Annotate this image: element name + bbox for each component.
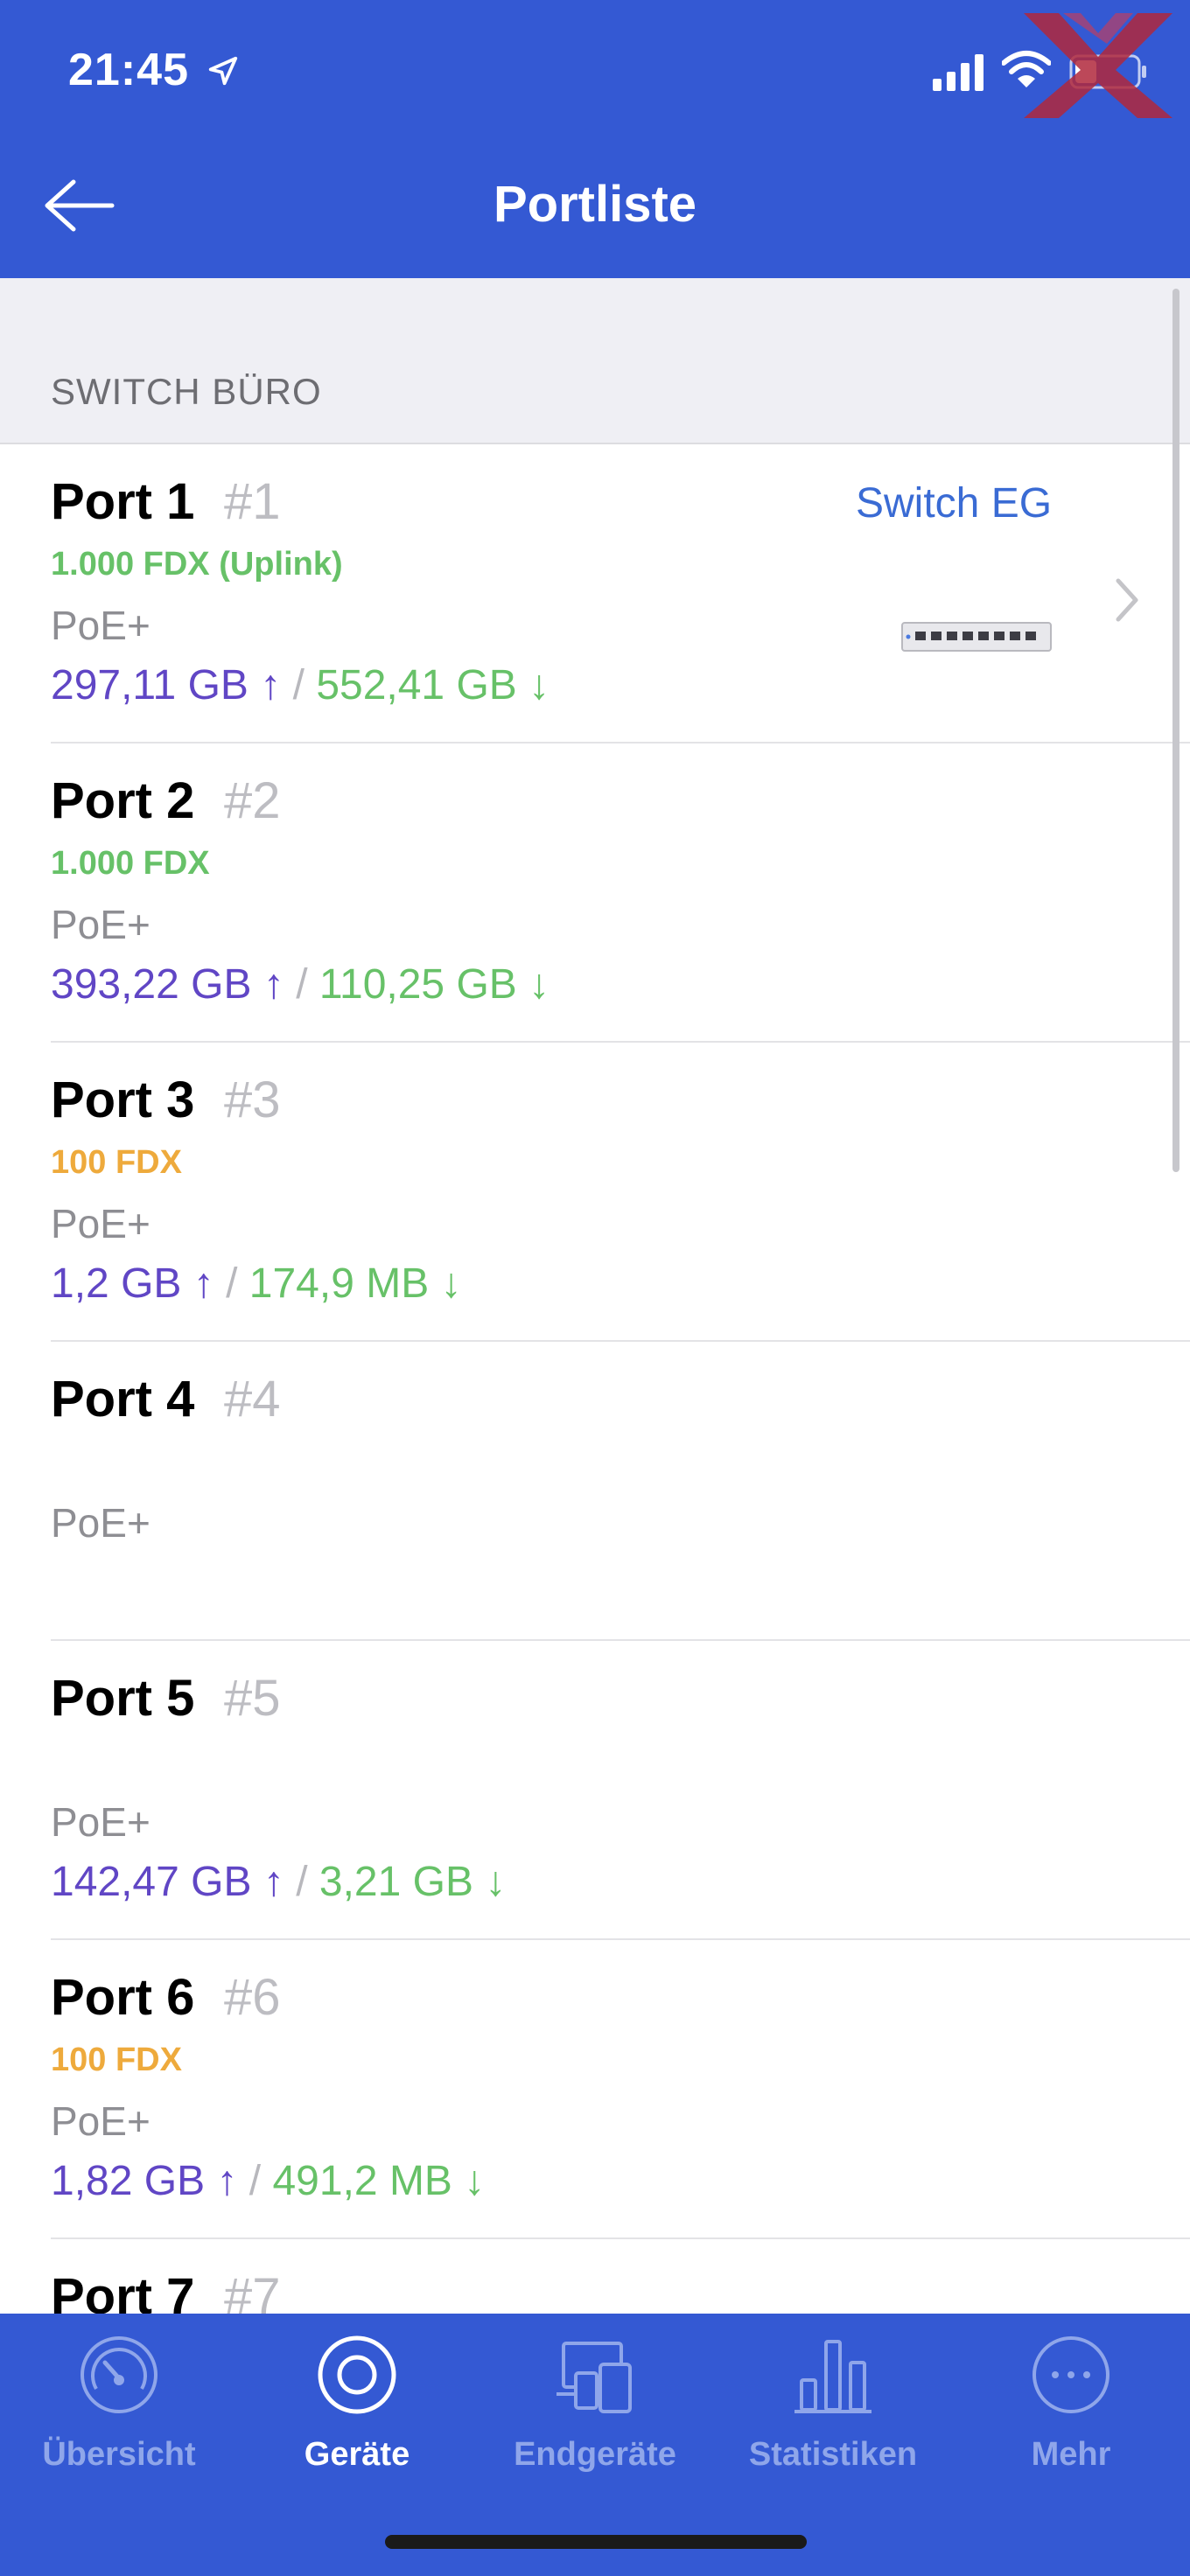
port-poe: PoE+: [51, 2098, 150, 2144]
uplink-device-link[interactable]: Switch EG: [856, 479, 1052, 527]
chevron-right-icon[interactable]: [1110, 574, 1144, 626]
traffic-separator: /: [248, 2158, 262, 2204]
scrollbar[interactable]: [1172, 289, 1180, 1172]
download-value: 491,2 MB ↓: [272, 2158, 486, 2204]
section-header: [0, 278, 1190, 444]
download-value: 552,41 GB ↓: [316, 662, 550, 709]
port-list: Port 1 #1 1.000 FDX (Uplink) PoE+ 297,11…: [0, 444, 1190, 2538]
location-arrow-icon: [208, 56, 238, 86]
port-number: #2: [224, 772, 281, 829]
more-icon: [1032, 2336, 1110, 2413]
status-time: 21:45: [68, 45, 189, 95]
tab-label: Statistiken: [748, 2436, 918, 2473]
port-poe: PoE+: [51, 1799, 150, 1845]
switch-device-icon: [901, 622, 1052, 652]
port-name: Port 4: [51, 1371, 195, 1428]
tab-statistiken[interactable]: Statistiken: [714, 2331, 952, 2506]
download-value: 110,25 GB ↓: [318, 961, 550, 1008]
traffic-separator: /: [296, 1859, 308, 1905]
section-title: SWITCH BÜRO: [51, 371, 322, 412]
port-row-3[interactable]: Port 3 #3 100 FDX PoE+ 1,2 GB ↑ / 174,9 …: [0, 1043, 1190, 1342]
port-name: Port 5: [51, 1670, 195, 1727]
port-poe: PoE+: [51, 603, 150, 648]
device-circle-icon: [318, 2335, 396, 2414]
traffic-separator: /: [296, 961, 308, 1008]
tab-label: Mehr: [1031, 2436, 1111, 2473]
traffic-separator: /: [226, 1260, 238, 1307]
port-poe: PoE+: [51, 1201, 150, 1246]
tab-geraete[interactable]: Geräte: [238, 2331, 476, 2506]
port-traffic: 297,11 GB ↑ / 552,41 GB ↓: [51, 661, 550, 709]
port-row-4[interactable]: Port 4 #4 PoE+: [0, 1342, 1190, 1641]
port-row-2[interactable]: Port 2 #2 1.000 FDX PoE+ 393,22 GB ↑ / 1…: [0, 743, 1190, 1043]
port-number: #1: [224, 473, 281, 530]
port-traffic: 142,47 GB ↑ / 3,21 GB ↓: [51, 1858, 506, 1906]
upload-value: 393,22 GB ↑: [51, 961, 284, 1008]
signal-icon: [933, 54, 984, 91]
upload-value: 1,82 GB ↑: [51, 2158, 238, 2204]
port-row-5[interactable]: Port 5 #5 PoE+ 142,47 GB ↑ / 3,21 GB ↓: [0, 1641, 1190, 1940]
port-number: #4: [224, 1371, 281, 1428]
port-name: Port 2: [51, 772, 195, 829]
port-traffic: 393,22 GB ↑ / 110,25 GB ↓: [51, 960, 550, 1009]
tab-mehr[interactable]: Mehr: [952, 2331, 1190, 2506]
tab-endgeraete[interactable]: Endgeräte: [476, 2331, 714, 2506]
gauge-icon: [80, 2336, 158, 2413]
port-traffic: 1,82 GB ↑ / 491,2 MB ↓: [51, 2157, 485, 2205]
tab-label: Übersicht: [42, 2436, 196, 2473]
bar-chart-icon: [794, 2340, 872, 2413]
port-speed: 100 FDX: [51, 2042, 182, 2078]
download-value: 3,21 GB ↓: [318, 1859, 507, 1905]
port-row-1[interactable]: Port 1 #1 1.000 FDX (Uplink) PoE+ 297,11…: [0, 444, 1190, 743]
port-number: #6: [224, 1969, 281, 2026]
port-traffic: 1,2 GB ↑ / 174,9 MB ↓: [51, 1260, 462, 1308]
tab-uebersicht[interactable]: Übersicht: [0, 2331, 238, 2506]
port-poe: PoE+: [51, 1500, 150, 1546]
port-speed: 1.000 FDX: [51, 845, 210, 882]
port-row-6[interactable]: Port 6 #6 100 FDX PoE+ 1,82 GB ↑ / 491,2…: [0, 1940, 1190, 2239]
traffic-separator: /: [292, 662, 304, 709]
port-name: Port 3: [51, 1072, 195, 1128]
home-indicator[interactable]: [385, 2535, 807, 2549]
upload-value: 1,2 GB ↑: [51, 1260, 214, 1307]
tab-label: Endgeräte: [514, 2436, 676, 2473]
watermark-logo-icon: [1024, 13, 1172, 118]
upload-value: 142,47 GB ↑: [51, 1859, 284, 1905]
clients-icon: [556, 2342, 632, 2413]
page-title: Portliste: [493, 176, 697, 233]
app-header: 21:45 Portliste: [0, 0, 1190, 278]
port-poe: PoE+: [51, 902, 150, 947]
port-speed: 1.000 FDX (Uplink): [51, 546, 343, 583]
port-name: Port 6: [51, 1969, 195, 2026]
tab-label: Geräte: [304, 2436, 410, 2473]
port-number: #3: [224, 1072, 281, 1128]
port-speed: 100 FDX: [51, 1144, 182, 1181]
download-value: 174,9 MB ↓: [248, 1260, 462, 1307]
port-number: #5: [224, 1670, 281, 1727]
upload-value: 297,11 GB ↑: [51, 662, 282, 709]
port-name: Port 1: [51, 473, 195, 530]
